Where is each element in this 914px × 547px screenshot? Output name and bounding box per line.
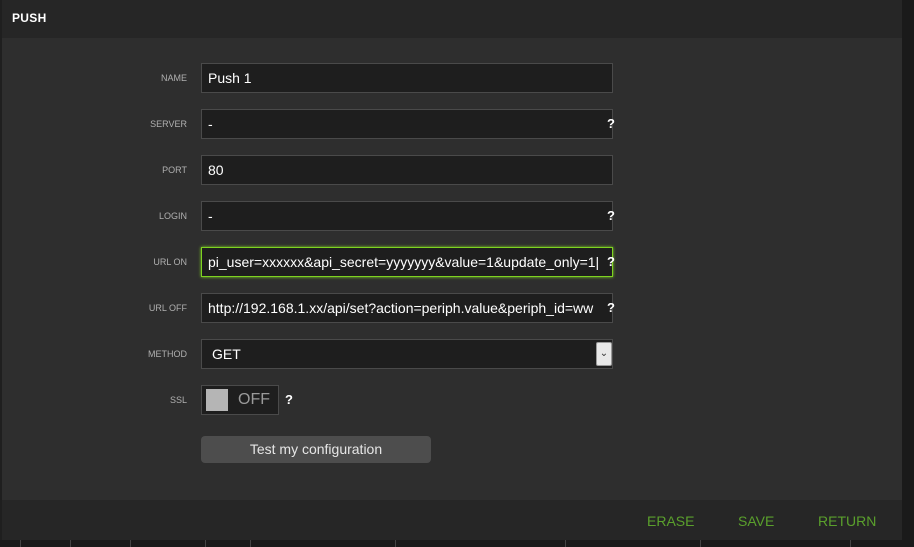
push-dialog: PUSH NAME Push 1 SERVER - ? PORT 80 LOGI… (2, 0, 902, 540)
test-configuration-button[interactable]: Test my configuration (201, 436, 431, 463)
login-help-icon[interactable]: ? (607, 208, 615, 223)
chevron-down-icon[interactable]: ⌄ (596, 342, 612, 366)
name-input[interactable]: Push 1 (201, 63, 613, 93)
ssl-help-icon[interactable]: ? (285, 392, 293, 407)
form-body: NAME Push 1 SERVER - ? PORT 80 LOGIN - ?… (2, 38, 902, 500)
server-help-icon[interactable]: ? (607, 116, 615, 131)
toggle-knob (206, 389, 228, 411)
table-divider (130, 540, 131, 547)
method-selected-value: GET (212, 346, 241, 362)
url-off-help-icon[interactable]: ? (607, 300, 615, 315)
erase-button[interactable]: ERASE (647, 513, 694, 529)
method-select[interactable]: GET ⌄ (201, 339, 613, 369)
table-divider (205, 540, 206, 547)
row-port: PORT 80 (2, 155, 902, 185)
row-login: LOGIN - ? (2, 201, 902, 231)
dialog-titlebar: PUSH (2, 0, 902, 38)
row-method: METHOD GET ⌄ (2, 339, 902, 369)
page-scrollbar-edge (902, 0, 914, 547)
row-url-off: URL OFF http://192.168.1.xx/api/set?acti… (2, 293, 902, 323)
table-divider (850, 540, 851, 547)
server-input[interactable]: - (201, 109, 613, 139)
row-url-on: URL ON pi_user=xxxxxx&api_secret=yyyyyyy… (2, 247, 902, 277)
url-on-label: URL ON (153, 257, 187, 267)
row-server: SERVER - ? (2, 109, 902, 139)
table-divider (395, 540, 396, 547)
dialog-title: PUSH (12, 11, 47, 25)
port-input[interactable]: 80 (201, 155, 613, 185)
table-divider (250, 540, 251, 547)
dialog-footer: ERASE SAVE RETURN (2, 500, 902, 540)
table-divider (565, 540, 566, 547)
method-label: METHOD (148, 349, 187, 359)
table-divider (20, 540, 21, 547)
background-table-edge (0, 540, 914, 547)
port-label: PORT (162, 165, 187, 175)
url-on-input[interactable]: pi_user=xxxxxx&api_secret=yyyyyyy&value=… (201, 247, 613, 277)
ssl-toggle-state: OFF (238, 391, 270, 408)
table-divider (70, 540, 71, 547)
return-button[interactable]: RETURN (818, 513, 876, 529)
name-label: NAME (160, 73, 187, 83)
url-on-help-icon[interactable]: ? (607, 254, 615, 269)
server-label: SERVER (150, 119, 187, 129)
save-button[interactable]: SAVE (738, 513, 774, 529)
login-label: LOGIN (158, 211, 187, 221)
login-input[interactable]: - (201, 201, 613, 231)
url-off-input[interactable]: http://192.168.1.xx/api/set?action=perip… (201, 293, 613, 323)
row-ssl: SSL OFF ? (2, 385, 902, 415)
ssl-label: SSL (169, 395, 187, 405)
ssl-toggle[interactable]: OFF (201, 385, 279, 415)
table-divider (700, 540, 701, 547)
url-off-label: URL OFF (148, 303, 187, 313)
row-name: NAME Push 1 (2, 63, 902, 93)
